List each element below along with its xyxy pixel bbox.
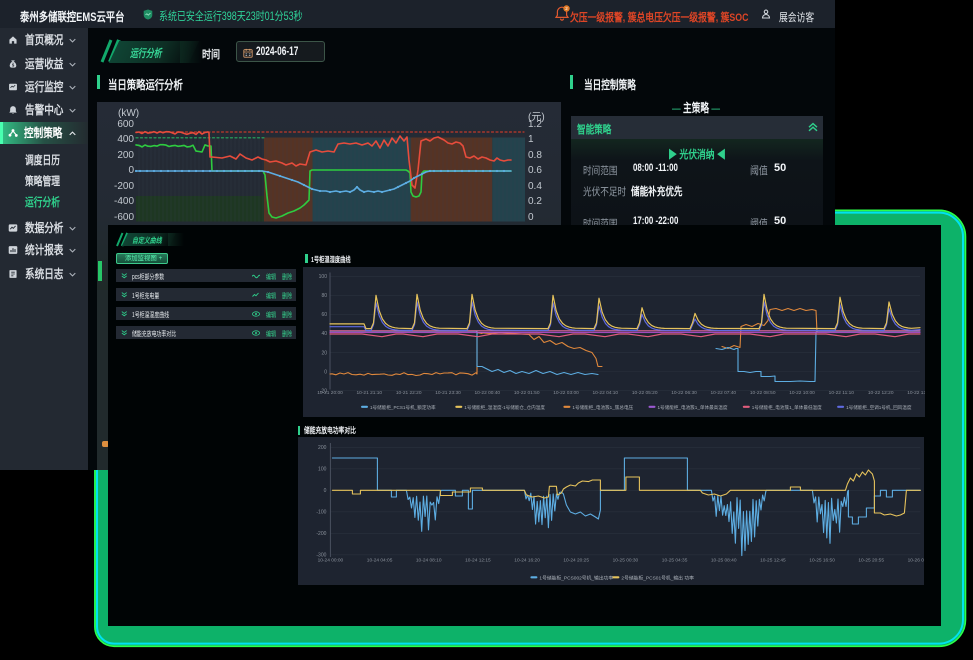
svg-text:2号储能柜_PCS01号机_输出 功率: 2号储能柜_PCS01号机_输出 功率 bbox=[621, 575, 694, 582]
svg-text:10-22 08:50: 10-22 08:50 bbox=[750, 390, 776, 396]
svg-text:10-22 06:30: 10-22 06:30 bbox=[671, 390, 697, 396]
svg-text:10-24 16:20: 10-24 16:20 bbox=[514, 558, 540, 564]
svg-text:10-25 04:35: 10-25 04:35 bbox=[661, 558, 687, 564]
svg-text:10-25 16:50: 10-25 16:50 bbox=[809, 558, 835, 564]
svg-text:10-22 10:00: 10-22 10:00 bbox=[789, 390, 815, 396]
svg-text:10-25 08:40: 10-25 08:40 bbox=[710, 558, 736, 564]
svg-text:10-22 12:20: 10-22 12:20 bbox=[868, 390, 894, 396]
svg-text:10-22 04:10: 10-22 04:10 bbox=[592, 390, 618, 396]
svg-text:10-24 04:05: 10-24 04:05 bbox=[366, 558, 392, 564]
svg-text:10-24 12:15: 10-24 12:15 bbox=[465, 558, 491, 564]
svg-text:200: 200 bbox=[318, 445, 327, 451]
svg-text:0: 0 bbox=[323, 488, 326, 494]
svg-text:40: 40 bbox=[321, 331, 327, 337]
svg-text:10-25 00:30: 10-25 00:30 bbox=[612, 558, 638, 564]
svg-text:20: 20 bbox=[321, 350, 327, 356]
svg-text:0: 0 bbox=[324, 369, 327, 375]
svg-text:1号储能柜_空调1号机_回风温度: 1号储能柜_空调1号机_回风温度 bbox=[846, 404, 912, 411]
svg-text:10-22 00:40: 10-22 00:40 bbox=[474, 390, 500, 396]
svg-text:-100: -100 bbox=[316, 510, 326, 516]
svg-text:10-21 22:20: 10-21 22:20 bbox=[396, 390, 422, 396]
svg-text:10-22 07:40: 10-22 07:40 bbox=[710, 390, 736, 396]
svg-text:1号储能柜_温湿度-1号储能仓_仓内温度: 1号储能柜_温湿度-1号储能仓_仓内温度 bbox=[464, 404, 545, 411]
svg-text:1号储能柜_PCS1号机_额定功率: 1号储能柜_PCS1号机_额定功率 bbox=[370, 404, 436, 411]
svg-text:10-22 01:50: 10-22 01:50 bbox=[514, 390, 540, 396]
svg-text:10-22 03:00: 10-22 03:00 bbox=[553, 390, 579, 396]
svg-text:100: 100 bbox=[319, 274, 328, 280]
svg-text:10-22 11:10: 10-22 11:10 bbox=[829, 390, 855, 396]
svg-text:10-25 12:45: 10-25 12:45 bbox=[760, 558, 786, 564]
svg-text:-300: -300 bbox=[316, 553, 326, 559]
svg-text:1号储能柜_PCS002号机_输出功率: 1号储能柜_PCS002号机_输出功率 bbox=[539, 575, 613, 582]
svg-text:-20: -20 bbox=[320, 388, 327, 394]
svg-text:80: 80 bbox=[321, 293, 327, 299]
svg-text:10-21 21:10: 10-21 21:10 bbox=[356, 390, 382, 396]
svg-text:1号储能柜_电池簇1_单体最低温度: 1号储能柜_电池簇1_单体最低温度 bbox=[752, 404, 822, 411]
svg-text:60: 60 bbox=[321, 312, 327, 318]
svg-text:-200: -200 bbox=[316, 531, 326, 537]
svg-text:10-24 20:25: 10-24 20:25 bbox=[563, 558, 589, 564]
svg-text:10-24 08:10: 10-24 08:10 bbox=[415, 558, 441, 564]
svg-text:1号储能柜_电池簇1_簇总电压: 1号储能柜_电池簇1_簇总电压 bbox=[572, 404, 633, 411]
svg-text:10-21 23:30: 10-21 23:30 bbox=[435, 390, 461, 396]
svg-text:10-26 01:00: 10-26 01:00 bbox=[907, 558, 923, 564]
svg-text:1号储能柜_电池簇1_单体最高温度: 1号储能柜_电池簇1_单体最高温度 bbox=[658, 404, 728, 411]
svg-text:10-22 05:20: 10-22 05:20 bbox=[632, 390, 658, 396]
svg-text:100: 100 bbox=[318, 467, 327, 473]
svg-text:10-25 20:55: 10-25 20:55 bbox=[858, 558, 884, 564]
svg-text:10-22 13:30: 10-22 13:30 bbox=[907, 390, 925, 396]
